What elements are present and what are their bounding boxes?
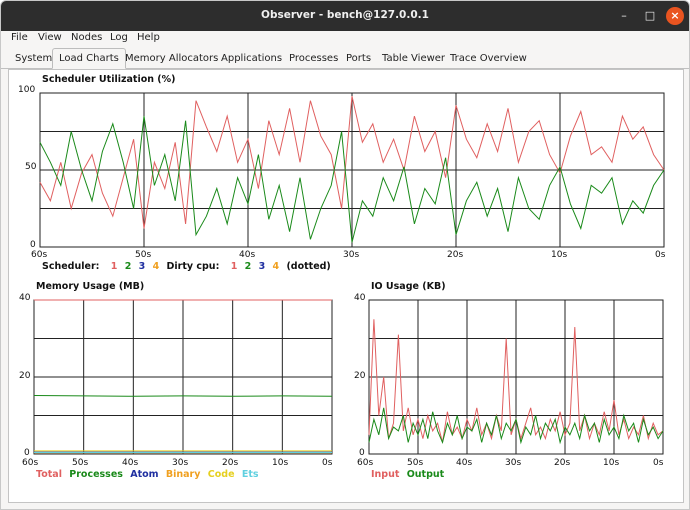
io-x-tick-10s: 10s xyxy=(603,458,620,468)
tab-processes[interactable]: Processes xyxy=(289,51,338,66)
tab-memory-allocators[interactable]: Memory Allocators xyxy=(125,51,218,66)
legend-sched-2: 2 xyxy=(124,261,132,272)
legend-dirty-3: 3 xyxy=(258,261,266,272)
mem-x-tick-60s: 60s xyxy=(22,458,39,468)
mem-x-tick-20s: 20s xyxy=(222,458,239,468)
scheduler-legend: Scheduler: 1 2 3 4 Dirty cpu: 1 2 3 4 (d… xyxy=(42,261,335,272)
legend-dirty-2: 2 xyxy=(244,261,252,272)
io-y-tick-40: 40 xyxy=(354,293,366,303)
sched-y-tick-50: 50 xyxy=(25,162,37,172)
sched-x-tick-10s: 10s xyxy=(551,250,568,260)
memory-series-processes xyxy=(33,395,333,397)
legend-total: Total xyxy=(36,469,62,480)
legend-dirty-4: 4 xyxy=(272,261,280,272)
legend-scheduler-label: Scheduler: xyxy=(42,261,100,272)
legend-dirty-1: 1 xyxy=(230,261,238,272)
legend-processes: Processes xyxy=(69,469,123,480)
legend-dotted-label: (dotted) xyxy=(286,261,331,272)
menu-file[interactable]: File xyxy=(11,32,28,43)
mem-y-tick-40: 40 xyxy=(19,293,31,303)
sched-x-tick-40s: 40s xyxy=(239,250,256,260)
legend-sched-1: 1 xyxy=(110,261,118,272)
io-chart-title: IO Usage (KB) xyxy=(371,281,446,292)
menu-help[interactable]: Help xyxy=(137,32,160,43)
mem-x-tick-50s: 50s xyxy=(72,458,89,468)
legend-output: Output xyxy=(406,469,445,480)
legend-input: Input xyxy=(371,469,400,480)
window-title: Observer - bench@127.0.0.1 xyxy=(261,9,429,21)
scheduler-chart-title: Scheduler Utilization (%) xyxy=(42,74,176,85)
memory-plot xyxy=(33,299,333,455)
tab-system[interactable]: System xyxy=(15,51,52,66)
close-button[interactable]: × xyxy=(666,7,684,25)
sched-x-tick-0s: 0s xyxy=(655,250,666,260)
minimize-button[interactable]: – xyxy=(615,7,633,25)
menu-bar: File View Nodes Log Help xyxy=(1,31,689,47)
mem-x-tick-0s: 0s xyxy=(322,458,333,468)
menu-log[interactable]: Log xyxy=(110,32,128,43)
sched-y-tick-0: 0 xyxy=(30,240,36,250)
mem-y-tick-0: 0 xyxy=(24,448,30,458)
tab-applications[interactable]: Applications xyxy=(221,51,282,66)
io-x-tick-20s: 20s xyxy=(554,458,571,468)
sched-x-tick-30s: 30s xyxy=(343,250,360,260)
io-plot xyxy=(368,299,664,455)
io-y-tick-0: 0 xyxy=(359,448,365,458)
io-x-tick-40s: 40s xyxy=(456,458,473,468)
tab-ports[interactable]: Ports xyxy=(346,51,371,66)
menu-nodes[interactable]: Nodes xyxy=(71,32,102,43)
legend-sched-4: 4 xyxy=(152,261,160,272)
io-x-tick-60s: 60s xyxy=(357,458,374,468)
sched-x-tick-50s: 50s xyxy=(135,250,152,260)
tab-table-viewer[interactable]: Table Viewer xyxy=(382,51,445,66)
maximize-button[interactable]: □ xyxy=(641,7,659,25)
io-legend: Input Output xyxy=(371,469,448,480)
tab-bar: System Load Charts Memory Allocators App… xyxy=(1,47,689,69)
sched-x-tick-60s: 60s xyxy=(31,250,48,260)
mem-x-tick-30s: 30s xyxy=(172,458,189,468)
legend-code: Code xyxy=(207,469,235,480)
io-x-tick-50s: 50s xyxy=(407,458,424,468)
observer-window: Observer - bench@127.0.0.1 – □ × File Vi… xyxy=(0,0,690,510)
legend-atom: Atom xyxy=(130,469,159,480)
load-charts-panel: Scheduler Utilization (%) 100 50 0 60s 5… xyxy=(8,69,684,503)
legend-ets: Ets xyxy=(241,469,259,480)
scheduler-plot xyxy=(39,92,665,248)
legend-sched-3: 3 xyxy=(138,261,146,272)
tab-load-charts[interactable]: Load Charts xyxy=(52,48,126,69)
menu-view[interactable]: View xyxy=(38,32,62,43)
memory-chart-title: Memory Usage (MB) xyxy=(36,281,145,292)
legend-dirty-label: Dirty cpu: xyxy=(166,261,220,272)
mem-x-tick-10s: 10s xyxy=(272,458,289,468)
io-x-tick-0s: 0s xyxy=(653,458,664,468)
sched-y-tick-100: 100 xyxy=(18,85,36,95)
mem-x-tick-40s: 40s xyxy=(122,458,139,468)
io-x-tick-30s: 30s xyxy=(505,458,522,468)
sched-x-tick-20s: 20s xyxy=(447,250,464,260)
legend-binary: Binary xyxy=(165,469,201,480)
io-y-tick-20: 20 xyxy=(354,371,366,381)
memory-legend: Total Processes Atom Binary Code Ets xyxy=(36,469,263,480)
title-bar: Observer - bench@127.0.0.1 – □ × xyxy=(1,1,689,31)
tab-trace-overview[interactable]: Trace Overview xyxy=(450,51,527,66)
mem-y-tick-20: 20 xyxy=(19,371,31,381)
